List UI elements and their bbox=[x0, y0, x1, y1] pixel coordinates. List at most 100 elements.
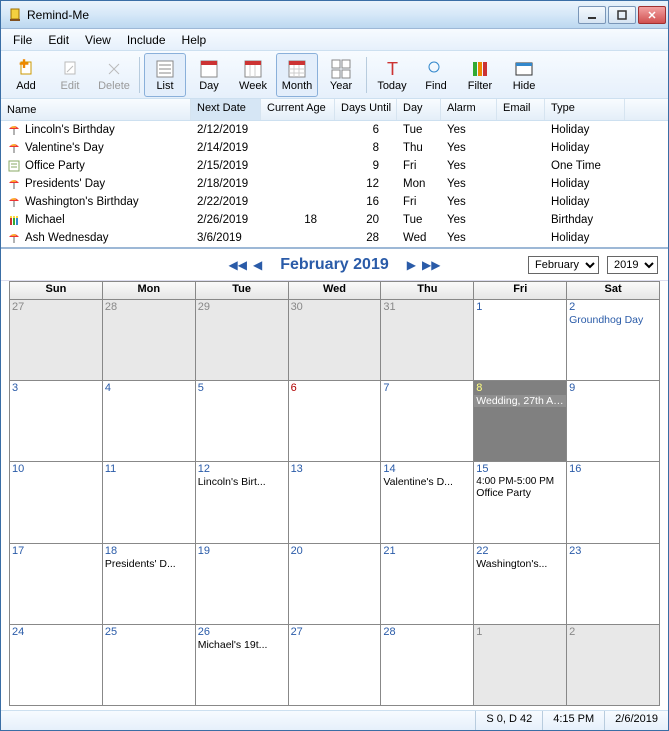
maximize-button[interactable] bbox=[608, 6, 636, 24]
day-cell[interactable]: 25 bbox=[103, 625, 196, 706]
day-cell[interactable]: 28 bbox=[381, 625, 474, 706]
calendar: SunMonTueWedThuFriSat 272829303112Ground… bbox=[1, 281, 668, 710]
day-cell[interactable]: 9 bbox=[567, 381, 660, 462]
day-cell[interactable]: 6 bbox=[289, 381, 382, 462]
next-month-button[interactable]: ▶ bbox=[407, 258, 416, 272]
day-number: 21 bbox=[383, 545, 395, 557]
day-cell[interactable]: 7 bbox=[381, 381, 474, 462]
list-row[interactable]: Presidents' Day2/18/201912MonYesHoliday bbox=[1, 175, 668, 193]
menu-include[interactable]: Include bbox=[119, 31, 174, 49]
menu-help[interactable]: Help bbox=[174, 31, 215, 49]
list-row[interactable]: Michael2/26/20191820TueYesBirthday bbox=[1, 211, 668, 229]
month-select[interactable]: February bbox=[528, 256, 599, 274]
event-label[interactable]: Wedding, 27th Anniversary bbox=[474, 395, 566, 407]
day-cell[interactable]: 8Wedding, 27th Anniversary bbox=[474, 381, 567, 462]
day-cell[interactable]: 28 bbox=[103, 300, 196, 381]
day-cell[interactable]: 26Michael's 19t... bbox=[196, 625, 289, 706]
event-label[interactable]: Presidents' D... bbox=[103, 558, 195, 570]
prev-month-button[interactable]: ◀ bbox=[253, 258, 262, 272]
event-list: NameNext DateCurrent AgeDays UntilDayAla… bbox=[1, 99, 668, 249]
day-cell[interactable]: 21 bbox=[381, 544, 474, 625]
list-row[interactable]: Washington's Birthday2/22/201916FriYesHo… bbox=[1, 193, 668, 211]
day-number: 26 bbox=[198, 626, 210, 638]
day-number: 8 bbox=[476, 382, 482, 394]
hide-button[interactable]: Hide bbox=[503, 53, 545, 97]
note-icon bbox=[7, 159, 21, 173]
day-cell[interactable]: 17 bbox=[10, 544, 103, 625]
day-cell[interactable]: 154:00 PM-5:00 PMOffice Party bbox=[474, 462, 567, 543]
event-label[interactable]: Valentine's D... bbox=[381, 476, 473, 488]
cal31-icon bbox=[286, 58, 308, 80]
event-label[interactable]: Office Party bbox=[474, 487, 566, 499]
prev-year-button[interactable]: ◀◀ bbox=[229, 258, 247, 272]
menu-view[interactable]: View bbox=[77, 31, 119, 49]
day-cell[interactable]: 13 bbox=[289, 462, 382, 543]
day-cell[interactable]: 30 bbox=[289, 300, 382, 381]
event-label[interactable]: Washington's... bbox=[474, 558, 566, 570]
event-label[interactable]: Lincoln's Birt... bbox=[196, 476, 288, 488]
column-type[interactable]: Type bbox=[545, 99, 625, 120]
day-cell[interactable]: 20 bbox=[289, 544, 382, 625]
column-name[interactable]: Name bbox=[1, 99, 191, 120]
year-select[interactable]: 2019 bbox=[607, 256, 658, 274]
day-number: 31 bbox=[383, 301, 395, 313]
day-cell[interactable]: 10 bbox=[10, 462, 103, 543]
day-cell[interactable]: 22Washington's... bbox=[474, 544, 567, 625]
day-cell[interactable]: 14Valentine's D... bbox=[381, 462, 474, 543]
next-year-button[interactable]: ▶▶ bbox=[422, 258, 440, 272]
list-row[interactable]: Ash Wednesday3/6/201928WedYesHoliday bbox=[1, 229, 668, 247]
day-cell[interactable]: 1 bbox=[474, 625, 567, 706]
menu-file[interactable]: File bbox=[5, 31, 40, 49]
close-button[interactable] bbox=[638, 6, 666, 24]
day-cell[interactable]: 2 bbox=[567, 625, 660, 706]
day-cell[interactable]: 11 bbox=[103, 462, 196, 543]
day-number: 11 bbox=[105, 463, 116, 475]
column-email[interactable]: Email bbox=[497, 99, 545, 120]
find-button[interactable]: Find bbox=[415, 53, 457, 97]
day-header-wed: Wed bbox=[289, 282, 382, 299]
column-current-age[interactable]: Current Age bbox=[261, 99, 335, 120]
day-cell[interactable]: 27 bbox=[10, 300, 103, 381]
day-cell[interactable]: 12Lincoln's Birt... bbox=[196, 462, 289, 543]
list-row[interactable]: Office Party2/15/20199FriYesOne Time bbox=[1, 157, 668, 175]
day-header-fri: Fri bbox=[474, 282, 567, 299]
list-body[interactable]: Lincoln's Birthday2/12/20196TueYesHolida… bbox=[1, 121, 668, 247]
day-cell[interactable]: 31 bbox=[381, 300, 474, 381]
add-button[interactable]: ✚Add bbox=[5, 53, 47, 97]
day-cell[interactable]: 18Presidents' D... bbox=[103, 544, 196, 625]
column-days-until[interactable]: Days Until bbox=[335, 99, 397, 120]
status-date: 2/6/2019 bbox=[604, 711, 668, 730]
filter-button[interactable]: Filter bbox=[459, 53, 501, 97]
menubar: FileEditViewIncludeHelp bbox=[1, 29, 668, 51]
day-number: 7 bbox=[383, 382, 389, 394]
day-cell[interactable]: 2Groundhog Day bbox=[567, 300, 660, 381]
column-next-date[interactable]: Next Date bbox=[191, 99, 261, 120]
day-cell[interactable]: 1 bbox=[474, 300, 567, 381]
day-cell[interactable]: 4 bbox=[103, 381, 196, 462]
day-number: 24 bbox=[12, 626, 24, 638]
list-button[interactable]: List bbox=[144, 53, 186, 97]
day-cell[interactable]: 27 bbox=[289, 625, 382, 706]
month-button[interactable]: Month bbox=[276, 53, 318, 97]
column-alarm[interactable]: Alarm bbox=[441, 99, 497, 120]
day-cell[interactable]: 5 bbox=[196, 381, 289, 462]
day-cell[interactable]: 16 bbox=[567, 462, 660, 543]
event-label[interactable]: Michael's 19t... bbox=[196, 639, 288, 651]
edit-button: Edit bbox=[49, 53, 91, 97]
day-cell[interactable]: 29 bbox=[196, 300, 289, 381]
day-number: 4 bbox=[105, 382, 111, 394]
year-button[interactable]: Year bbox=[320, 53, 362, 97]
list-row[interactable]: Lincoln's Birthday2/12/20196TueYesHolida… bbox=[1, 121, 668, 139]
list-row[interactable]: Valentine's Day2/14/20198ThuYesHoliday bbox=[1, 139, 668, 157]
day-cell[interactable]: 24 bbox=[10, 625, 103, 706]
day-cell[interactable]: 19 bbox=[196, 544, 289, 625]
week-button[interactable]: Week bbox=[232, 53, 274, 97]
day-cell[interactable]: 23 bbox=[567, 544, 660, 625]
day-button[interactable]: Day bbox=[188, 53, 230, 97]
column-day[interactable]: Day bbox=[397, 99, 441, 120]
menu-edit[interactable]: Edit bbox=[40, 31, 77, 49]
event-label[interactable]: Groundhog Day bbox=[567, 314, 659, 326]
minimize-button[interactable] bbox=[578, 6, 606, 24]
today-button[interactable]: TToday bbox=[371, 53, 413, 97]
day-cell[interactable]: 3 bbox=[10, 381, 103, 462]
